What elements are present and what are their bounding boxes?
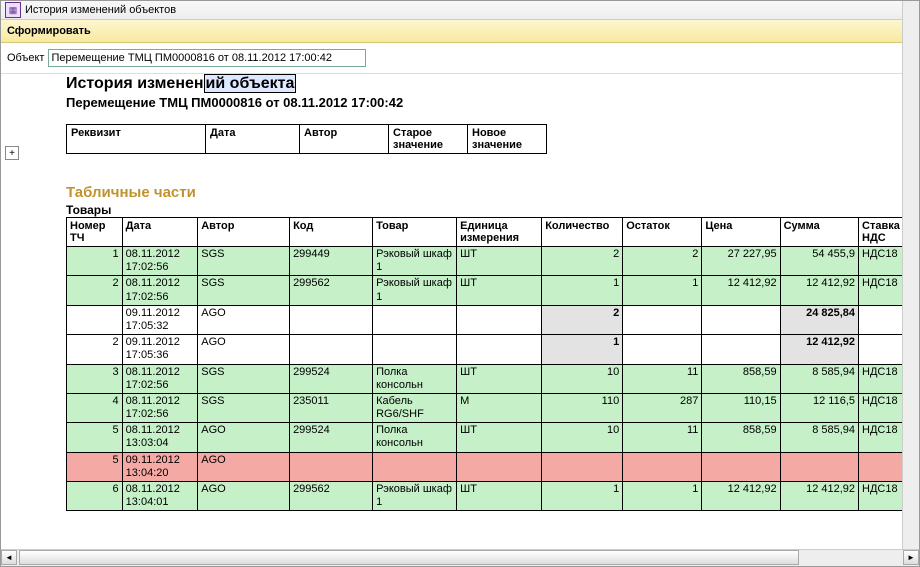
col-rownum: Номер ТЧ [67, 218, 123, 247]
object-input[interactable] [48, 49, 366, 67]
app-icon: ▦ [5, 2, 21, 18]
table-row[interactable]: 509.11.2012 13:04:20AGO [67, 452, 915, 481]
hdr-col-requisite: Реквизит [67, 125, 206, 154]
table-row[interactable]: 09.11.2012 17:05:32AGO224 825,84 [67, 305, 915, 334]
header-table: Реквизит Дата Автор Старое значение Ново… [66, 124, 547, 154]
table-row[interactable]: 208.11.2012 17:02:56SGS299562Рэковый шка… [67, 276, 915, 305]
tabular-subtitle: Товары [66, 203, 915, 217]
table-row[interactable]: 308.11.2012 17:02:56SGS299524Полка консо… [67, 364, 915, 393]
table-row[interactable]: 209.11.2012 17:05:36AGO112 412,92 [67, 335, 915, 364]
tabular-title: Табличные части [66, 184, 915, 201]
col-unit: Единица измерения [457, 218, 542, 247]
table-row[interactable]: 408.11.2012 17:02:56SGS235011Кабель RG6/… [67, 393, 915, 422]
hdr-col-oldval: Старое значение [389, 125, 468, 154]
col-good: Товар [373, 218, 457, 247]
object-row: Объект [1, 43, 919, 74]
scroll-thumb[interactable] [19, 550, 799, 565]
col-price: Цена [702, 218, 780, 247]
hdr-col-date: Дата [206, 125, 300, 154]
table-row[interactable]: 108.11.2012 17:02:56SGS299449Рэковый шка… [67, 247, 915, 276]
col-rest: Остаток [623, 218, 702, 247]
titlebar[interactable]: ▦ История изменений объектов [1, 1, 919, 20]
toolbar: Сформировать [1, 20, 919, 43]
hdr-col-author: Автор [300, 125, 389, 154]
col-author: Автор [198, 218, 290, 247]
horizontal-scrollbar[interactable]: ◄ ► [1, 549, 919, 566]
report-subtitle: Перемещение ТМЦ ПМ0000816 от 08.11.2012 … [66, 95, 915, 110]
window-title: История изменений объектов [25, 4, 176, 16]
object-label: Объект [7, 52, 44, 64]
vertical-scrollbar[interactable] [902, 1, 919, 549]
table-row[interactable]: 508.11.2012 13:03:04AGO299524Полка консо… [67, 423, 915, 452]
scroll-right-button[interactable]: ► [903, 550, 919, 565]
report-content: История изменений объекта Перемещение ТМ… [66, 71, 915, 546]
expand-icon[interactable]: + [5, 146, 19, 160]
col-date: Дата [122, 218, 198, 247]
table-row[interactable]: 608.11.2012 13:04:01AGO299562Рэковый шка… [67, 482, 915, 511]
report-title: История изменений объекта [66, 75, 915, 93]
col-qnt: Количество [542, 218, 623, 247]
col-sum: Сумма [780, 218, 858, 247]
hdr-col-newval: Новое значение [468, 125, 547, 154]
title-selection: ий объекта [204, 74, 297, 93]
form-button[interactable]: Сформировать [7, 25, 91, 37]
col-code: Код [290, 218, 373, 247]
scroll-left-button[interactable]: ◄ [1, 550, 17, 565]
data-table: Номер ТЧ Дата Автор Код Товар Единица из… [66, 217, 915, 511]
